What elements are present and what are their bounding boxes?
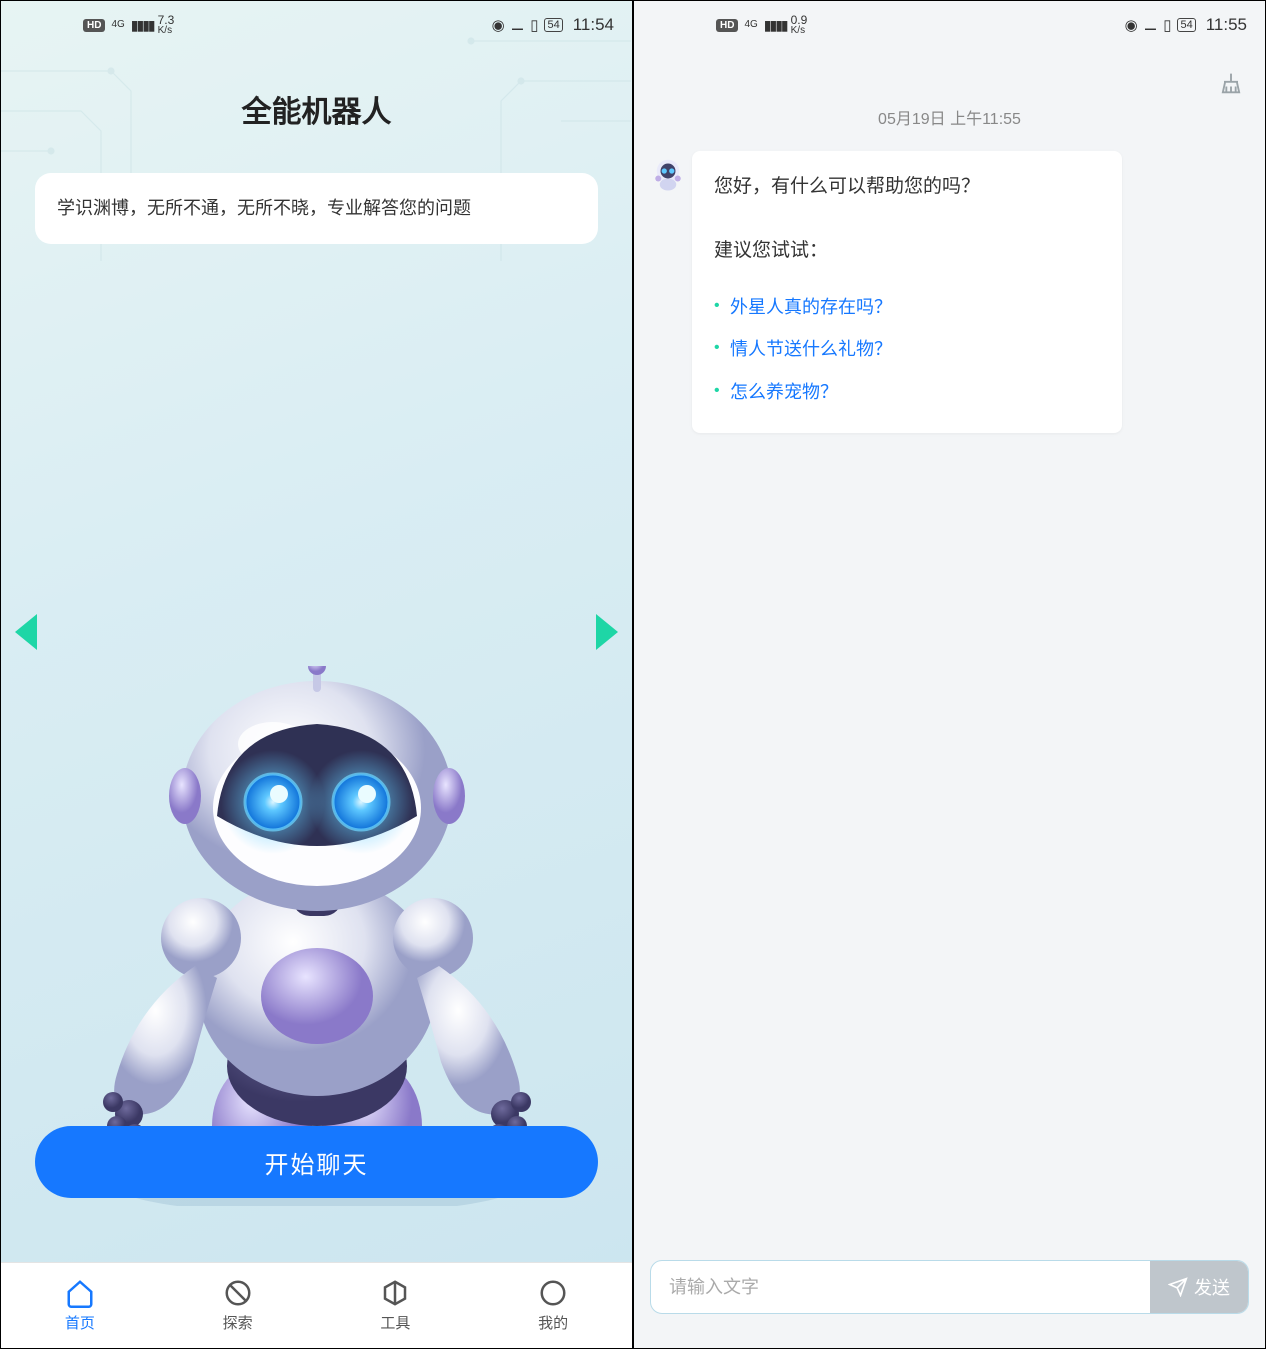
status-bar: HD 4G ▮▮▮▮ 7.3 K/s ◉ ⚊ ▯ 54 11:54 (1, 1, 632, 49)
broom-icon (1217, 69, 1245, 97)
battery-badge: 54 (1177, 18, 1195, 32)
clock: 11:55 (1206, 15, 1247, 35)
suggestions-title: 建议您试试： (714, 235, 1100, 267)
vibrate-icon: ▯ (1163, 16, 1171, 34)
clock: 11:54 (573, 15, 614, 35)
speed-indicator: 0.9 K/s (791, 14, 808, 36)
battery-badge: 54 (544, 18, 562, 32)
tab-bar: 首页 探索 工具 我的 (1, 1262, 632, 1348)
signal-icon: ▮▮▮▮ (764, 17, 787, 34)
speed-indicator: 7.3 K/s (158, 14, 175, 36)
send-button[interactable]: 发送 (1150, 1261, 1248, 1313)
ai-avatar (650, 156, 686, 192)
tab-profile[interactable]: 我的 (538, 1278, 568, 1333)
chat-screen: HD 4G ▮▮▮▮ 0.9 K/s ◉ ⚊ ▯ 54 11:55 05月19日… (633, 0, 1266, 1349)
home-screen: HD 4G ▮▮▮▮ 7.3 K/s ◉ ⚊ ▯ 54 11:54 全能机器人 … (0, 0, 633, 1349)
home-icon (65, 1278, 95, 1308)
suggestion-item[interactable]: 情人节送什么礼物？ (714, 328, 1100, 371)
eye-icon: ◉ (1125, 16, 1138, 34)
suggestion-item[interactable]: 怎么养宠物？ (714, 371, 1100, 414)
status-bar: HD 4G ▮▮▮▮ 0.9 K/s ◉ ⚊ ▯ 54 11:55 (634, 1, 1265, 49)
network-badge: 4G (111, 20, 124, 30)
signal-icon: ▮▮▮▮ (131, 17, 154, 34)
page-title: 全能机器人 (1, 49, 632, 155)
bluetooth-icon: ⚊ (511, 16, 524, 34)
greeting-text: 您好，有什么可以帮助您的吗？ (714, 171, 1100, 203)
robot-carousel (1, 244, 632, 1126)
tab-explore[interactable]: 探索 (223, 1278, 253, 1333)
clear-chat-button[interactable] (1217, 69, 1245, 97)
bluetooth-icon: ⚊ (1144, 16, 1157, 34)
vibrate-icon: ▯ (530, 16, 538, 34)
network-badge: 4G (744, 20, 757, 30)
hd-badge: HD (83, 19, 105, 32)
explore-icon (223, 1278, 253, 1308)
carousel-next-button[interactable] (596, 614, 618, 650)
hd-badge: HD (716, 19, 738, 32)
chat-input-bar: 发送 (634, 1246, 1265, 1348)
tab-label: 首页 (65, 1312, 95, 1333)
chat-input-box: 发送 (650, 1260, 1249, 1314)
start-chat-button[interactable]: 开始聊天 (35, 1126, 598, 1198)
carousel-prev-button[interactable] (15, 614, 37, 650)
intro-bubble: 学识渊博，无所不通，无所不晓，专业解答您的问题 (35, 173, 598, 244)
suggestion-item[interactable]: 外星人真的存在吗？ (714, 286, 1100, 329)
eye-icon: ◉ (492, 16, 505, 34)
send-label: 发送 (1194, 1274, 1230, 1300)
send-icon (1168, 1277, 1188, 1297)
chat-timestamp: 05月19日 上午11:55 (634, 49, 1265, 151)
tab-tools[interactable]: 工具 (380, 1278, 410, 1333)
ai-chat-bubble: 您好，有什么可以帮助您的吗？ 建议您试试： 外星人真的存在吗？ 情人节送什么礼物… (692, 151, 1122, 433)
tab-home[interactable]: 首页 (65, 1278, 95, 1333)
profile-icon (538, 1278, 568, 1308)
chat-input[interactable] (669, 1277, 1150, 1298)
tab-label: 工具 (380, 1312, 410, 1333)
tab-label: 探索 (223, 1312, 253, 1333)
tab-label: 我的 (538, 1312, 568, 1333)
ai-message-row: 您好，有什么可以帮助您的吗？ 建议您试试： 外星人真的存在吗？ 情人节送什么礼物… (634, 151, 1265, 433)
tools-icon (380, 1278, 410, 1308)
robot-illustration (77, 666, 557, 1206)
